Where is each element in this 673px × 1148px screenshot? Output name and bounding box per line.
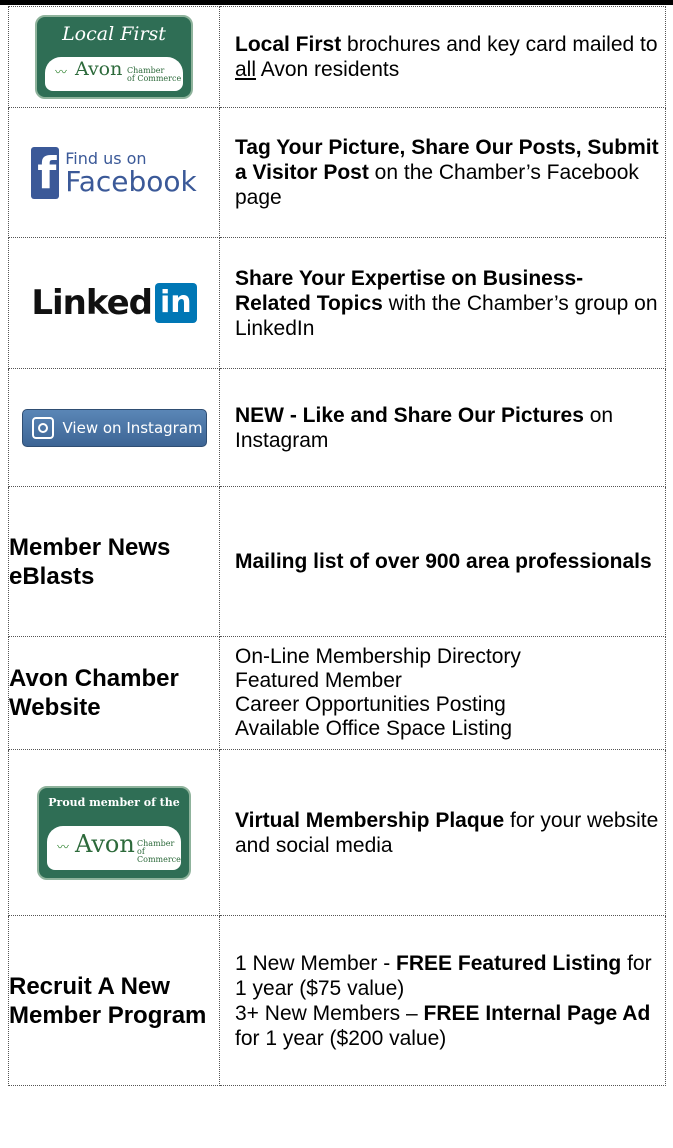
instagram-button: View on Instagram <box>21 408 207 447</box>
description-cell: Share Your Expertise on Business-Related… <box>219 237 666 369</box>
plaque-title: Proud member of the <box>48 795 180 809</box>
instagram-label: View on Instagram <box>62 418 203 437</box>
benefit-title: NEW - Like and Share Our Pictures <box>235 403 584 427</box>
linkedin-logo: Linked in <box>31 283 197 323</box>
description-cell: 1 New Member - FREE Featured Listing for… <box>219 915 666 1086</box>
chamber-seal: 〰 Avon Chamber of Commerce <box>47 825 181 870</box>
row-local-first: Local First 〰 Avon Chamber of Commerce Lo… <box>8 6 666 108</box>
row-website: Avon Chamber Website On-Line Membership … <box>8 636 666 750</box>
logo-cell: View on Instagram <box>8 368 220 487</box>
row-heading: Member News eBlasts <box>8 486 220 637</box>
benefit-title: Mailing list of over 900 area profession… <box>235 550 652 573</box>
row-recruit: Recruit A New Member Program 1 New Membe… <box>8 915 666 1086</box>
seal-word: Avon <box>75 829 135 858</box>
underlined-word: all <box>235 58 257 81</box>
row-facebook: f Find us on Facebook Tag Your Picture, … <box>8 107 666 238</box>
chamber-seal: 〰 Avon Chamber of Commerce <box>45 57 183 91</box>
row-instagram: View on Instagram NEW - Like and Share O… <box>8 368 666 487</box>
logo-cell: f Find us on Facebook <box>8 107 220 238</box>
description-cell: Local First brochures and key card maile… <box>219 6 666 108</box>
row-heading: Recruit A New Member Program <box>8 915 220 1086</box>
seal-word: Avon <box>75 58 123 80</box>
facebook-logo: f Find us on Facebook <box>31 146 197 199</box>
membership-plaque-logo: Proud member of the 〰 Avon Chamber of Com… <box>37 785 191 880</box>
recruit-offer: FREE Featured Listing <box>396 951 622 975</box>
description-cell: Tag Your Picture, Share Our Posts, Submi… <box>219 107 666 238</box>
description-cell: NEW - Like and Share Our Pictures on Ins… <box>219 368 666 487</box>
instagram-camera-icon <box>31 416 54 439</box>
linkedin-icon: in <box>154 283 197 323</box>
benefit-title: Local First <box>235 33 342 56</box>
benefits-table: Local First 〰 Avon Chamber of Commerce Lo… <box>8 6 666 1086</box>
seal-sub2: of Commerce <box>127 74 182 83</box>
row-eblasts: Member News eBlasts Mailing list of over… <box>8 486 666 637</box>
benefit-text: brochures and key card mailed to <box>341 33 658 56</box>
facebook-glyph: f <box>37 147 57 199</box>
recruit-text: 3+ New Members – <box>235 1001 424 1025</box>
seal-sub2: of Commerce <box>137 846 181 864</box>
swoosh-icon: 〰 <box>55 65 68 79</box>
benefit-title: Virtual Membership Plaque <box>235 808 505 832</box>
logo-title: Local First <box>62 23 166 45</box>
seal-subtitle: Chamber of Commerce <box>137 839 181 864</box>
benefit-text-end: Avon residents <box>256 58 400 81</box>
row-plaque: Proud member of the 〰 Avon Chamber of Com… <box>8 749 666 916</box>
row-linkedin: Linked in Share Your Expertise on Busine… <box>8 237 666 369</box>
website-feature: Available Office Space Listing <box>235 717 513 740</box>
logo-cell: Linked in <box>8 237 220 369</box>
recruit-text: 1 New Member - <box>235 951 397 975</box>
description-cell: Mailing list of over 900 area profession… <box>219 486 666 637</box>
logo-cell: Proud member of the 〰 Avon Chamber of Com… <box>8 749 220 916</box>
description-cell: On-Line Membership Directory Featured Me… <box>219 636 666 750</box>
top-border <box>0 0 673 5</box>
swoosh-icon: 〰 <box>57 839 70 854</box>
seal-subtitle: Chamber of Commerce <box>127 67 181 83</box>
recruit-text: for 1 year ($200 value) <box>235 1026 447 1050</box>
website-feature: Career Opportunities Posting <box>235 693 506 716</box>
logo-cell: Local First 〰 Avon Chamber of Commerce <box>8 6 220 108</box>
linkedin-word: Linked <box>31 283 153 323</box>
recruit-offer: FREE Internal Page Ad <box>423 1001 651 1025</box>
facebook-icon: f <box>31 146 60 199</box>
description-cell: Virtual Membership Plaque for your websi… <box>219 749 666 916</box>
facebook-large-text: Facebook <box>65 165 197 198</box>
local-first-logo: Local First 〰 Avon Chamber of Commerce <box>35 15 193 99</box>
website-feature: Featured Member <box>235 669 402 692</box>
row-heading: Avon Chamber Website <box>8 636 220 750</box>
website-feature: On-Line Membership Directory <box>235 645 521 668</box>
